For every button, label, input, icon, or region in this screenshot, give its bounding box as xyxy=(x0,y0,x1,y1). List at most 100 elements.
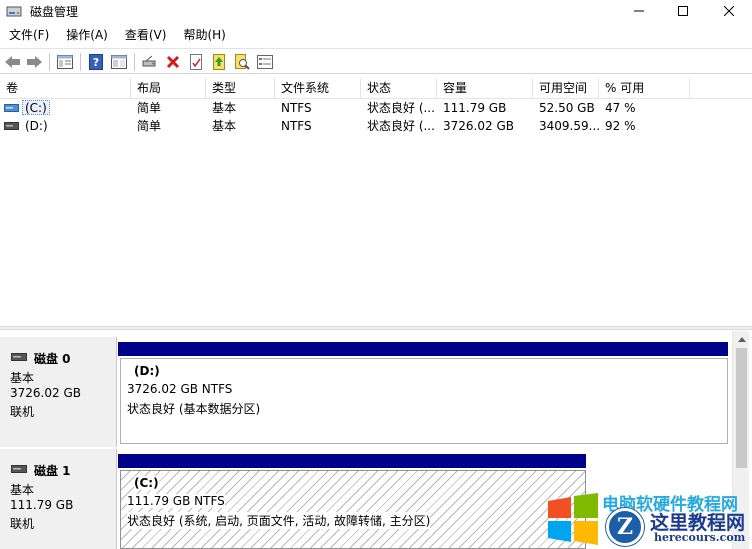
forward-arrow-icon xyxy=(27,56,42,68)
volume-capacity: 111.79 GB xyxy=(443,101,507,115)
volume-type: 基本 xyxy=(212,101,237,115)
delete-icon xyxy=(166,55,180,69)
partition-d[interactable]: (D:) 3726.02 GB NTFS 状态良好 (基本数据分区) xyxy=(120,358,728,444)
volume-drive-icon xyxy=(4,122,19,130)
maximize-button[interactable] xyxy=(660,0,706,22)
volume-status: 状态良好 (... xyxy=(367,101,435,115)
column-header-volume[interactable]: 卷 xyxy=(0,78,131,99)
volume-row-c[interactable]: (C:) 简单 基本 NTFS 状态良好 (... 111.79 GB 52.5… xyxy=(0,99,752,117)
volume-name[interactable]: (C:) xyxy=(22,100,50,115)
forward-button[interactable] xyxy=(25,53,43,71)
volume-percent-free: 47 % xyxy=(605,101,636,115)
delete-button[interactable] xyxy=(164,53,182,71)
watermark-url: herecours.com xyxy=(654,531,746,544)
menu-file[interactable]: 文件(F) xyxy=(0,24,57,46)
partition-c-size-fs: 111.79 GB NTFS xyxy=(127,494,225,508)
toolbar-separator xyxy=(134,53,135,71)
volume-percent-free: 92 % xyxy=(605,119,636,133)
disk-1-status: 联机 xyxy=(10,517,35,531)
toolbar-separator xyxy=(49,53,50,71)
volume-type: 基本 xyxy=(212,119,237,133)
volume-row-d[interactable]: (D:) 简单 基本 NTFS 状态良好 (... 3726.02 GB 340… xyxy=(0,117,752,135)
partition-c-body: (C:) 111.79 GB NTFS 状态良好 (系统, 启动, 页面文件, … xyxy=(124,474,582,545)
disk-management-app-icon xyxy=(6,6,22,17)
column-header-type[interactable]: 类型 xyxy=(206,78,275,99)
volume-status: 状态良好 (... xyxy=(367,119,435,133)
watermark-badge-letter: Z xyxy=(616,514,634,540)
refresh-up-icon xyxy=(213,54,225,70)
volume-layout: 简单 xyxy=(137,119,162,133)
toolbar: ? xyxy=(0,48,752,74)
menu-action[interactable]: 操作(A) xyxy=(57,24,116,46)
properties-icon xyxy=(190,54,202,70)
back-button[interactable] xyxy=(4,53,22,71)
volume-name[interactable]: (D:) xyxy=(19,117,48,135)
search-icon xyxy=(235,54,250,70)
help-button[interactable]: ? xyxy=(87,53,105,71)
column-header-free-space[interactable]: 可用空间 xyxy=(533,78,599,99)
title-bar: 磁盘管理 xyxy=(0,0,752,22)
disk-icon xyxy=(11,465,27,473)
volume-capacity: 3726.02 GB xyxy=(443,119,514,133)
watermark: 电脑软硬件教程网 Z 这里教程网 herecours.com xyxy=(546,490,752,549)
partition-c-label: (C:) xyxy=(134,476,159,490)
console-view-icon xyxy=(111,55,127,69)
volume-list-header: 卷 布局 类型 文件系统 状态 容量 可用空间 % 可用 xyxy=(0,78,752,99)
close-icon xyxy=(724,6,734,16)
menu-view[interactable]: 查看(V) xyxy=(116,24,175,46)
minimize-button[interactable] xyxy=(616,0,662,22)
close-button[interactable] xyxy=(706,0,752,22)
disk-1-info[interactable]: 磁盘 1 基本 111.79 GB 联机 xyxy=(0,449,117,549)
volume-list: 卷 布局 类型 文件系统 状态 容量 可用空间 % 可用 (C:) 简单 基本 … xyxy=(0,78,752,326)
partition-c-header-bar xyxy=(118,454,586,468)
volume-layout: 简单 xyxy=(137,101,162,115)
column-header-status[interactable]: 状态 xyxy=(361,78,437,99)
window-title: 磁盘管理 xyxy=(30,5,79,19)
partition-d-label: (D:) xyxy=(134,364,160,378)
column-header-filesystem[interactable]: 文件系统 xyxy=(275,78,361,99)
console-view-button[interactable] xyxy=(110,53,128,71)
show-hide-console-tree-icon xyxy=(57,55,73,69)
disk-1-name: 磁盘 1 xyxy=(34,464,71,478)
disk-0-status: 联机 xyxy=(10,405,35,419)
volume-filesystem: NTFS xyxy=(281,101,312,115)
disk-1-type: 基本 xyxy=(10,483,35,497)
scrollbar-thumb[interactable] xyxy=(736,348,747,468)
drive-list-button[interactable] xyxy=(256,53,274,71)
menu-help[interactable]: 帮助(H) xyxy=(174,24,233,46)
svg-text:?: ? xyxy=(93,56,99,69)
disk-0-name: 磁盘 0 xyxy=(34,352,71,366)
disk-0-info[interactable]: 磁盘 0 基本 3726.02 GB 联机 xyxy=(0,337,117,447)
volume-free-space: 52.50 GB xyxy=(539,101,595,115)
maximize-icon xyxy=(678,6,688,16)
partition-d-header-bar xyxy=(118,342,728,356)
disk-0-type: 基本 xyxy=(10,371,35,385)
partition-c[interactable]: (C:) 111.79 GB NTFS 状态良好 (系统, 启动, 页面文件, … xyxy=(120,470,586,549)
menu-bar: 文件(F) 操作(A) 查看(V) 帮助(H) xyxy=(0,24,752,46)
column-header-percent-free[interactable]: % 可用 xyxy=(599,78,690,99)
properties-button[interactable] xyxy=(187,53,205,71)
connect-drive-button[interactable] xyxy=(141,53,159,71)
volume-free-space: 3409.59... xyxy=(539,119,599,133)
disk-0-row: 磁盘 0 基本 3726.02 GB 联机 (D:) 3726.02 GB NT… xyxy=(0,337,732,447)
column-header-capacity[interactable]: 容量 xyxy=(437,78,533,99)
pane-splitter[interactable] xyxy=(0,326,752,330)
watermark-badge: Z xyxy=(606,508,644,546)
disk-1-size: 111.79 GB xyxy=(10,498,74,512)
scroll-up-button[interactable] xyxy=(733,331,750,348)
volume-filesystem: NTFS xyxy=(281,119,312,133)
windows-logo-icon xyxy=(548,493,598,545)
connect-drive-icon xyxy=(142,55,156,67)
back-arrow-icon xyxy=(5,56,20,68)
partition-d-body: (D:) 3726.02 GB NTFS 状态良好 (基本数据分区) xyxy=(124,362,724,440)
console-tree-button[interactable] xyxy=(56,53,74,71)
disk-0-size: 3726.02 GB xyxy=(10,386,81,400)
partition-d-status: 状态良好 (基本数据分区) xyxy=(127,402,261,416)
drive-list-icon xyxy=(257,55,273,69)
volume-drive-icon xyxy=(4,104,19,112)
search-button[interactable] xyxy=(233,53,251,71)
column-header-layout[interactable]: 布局 xyxy=(131,78,206,99)
chevron-up-icon xyxy=(737,337,746,342)
refresh-up-button[interactable] xyxy=(210,53,228,71)
minimize-icon xyxy=(634,10,644,12)
